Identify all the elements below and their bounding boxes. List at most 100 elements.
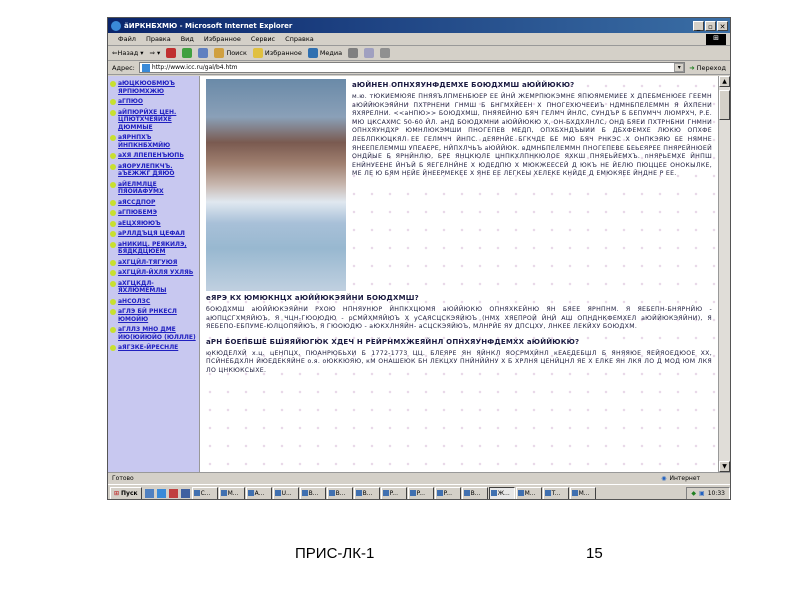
taskbar-task[interactable]: M... [569, 486, 596, 499]
sidebar-link[interactable]: аХГЦКДЛ-ЯХЛЮМЕМЛЫ [110, 280, 197, 295]
windows-flag-icon: ⊞ [114, 489, 120, 497]
ie-logo-icon [111, 20, 121, 31]
taskbar-task[interactable]: B... [299, 486, 326, 499]
stop-icon[interactable] [166, 48, 177, 58]
menu-tools[interactable]: Сервис [251, 35, 275, 43]
start-button[interactable]: ⊞ Пуск [110, 486, 142, 499]
address-input[interactable]: http://www.icc.ru/gal/b4.htm ▾ [138, 62, 686, 73]
slide-number: 15 [586, 545, 603, 562]
task-icon [328, 490, 335, 496]
vertical-scrollbar[interactable]: ▲ ▼ [718, 76, 730, 472]
task-label: P... [389, 489, 398, 497]
search-button[interactable]: Поиск [214, 48, 247, 58]
forward-button[interactable]: ⇒ ▾ [150, 49, 161, 57]
menu-view[interactable]: Вид [181, 35, 194, 43]
quicklaunch-word-icon[interactable] [180, 488, 190, 498]
taskbar-task[interactable]: B... [353, 486, 380, 499]
taskbar-task[interactable]: P... [380, 486, 407, 499]
back-button[interactable]: ⇐Назад ▾ [112, 49, 144, 57]
quicklaunch-desktop-icon[interactable] [144, 488, 154, 498]
zone-label: Интернет [669, 475, 700, 482]
taskbar-task[interactable]: M... [218, 486, 245, 499]
taskbar-task[interactable]: B... [326, 486, 353, 499]
maximize-button[interactable]: ▫ [705, 20, 716, 31]
taskbar-task[interactable]: P... [407, 486, 434, 499]
clock: 10:33 [707, 489, 725, 497]
task-icon [517, 490, 524, 496]
taskbar-task[interactable]: T... [542, 486, 569, 499]
taskbar-task[interactable]: P... [434, 486, 461, 499]
menu-help[interactable]: Справка [285, 35, 314, 43]
sidebar-link[interactable]: аЕЦХЯЮЮЪ [110, 220, 197, 228]
scroll-up-icon[interactable]: ▲ [719, 76, 730, 87]
menu-edit[interactable]: Правка [146, 35, 171, 43]
sidebar-link[interactable]: аГПЮО [110, 98, 197, 106]
sidebar-link[interactable]: аГПЮБЕМЭ [110, 209, 197, 217]
history-icon[interactable] [348, 48, 359, 58]
taskbar-task[interactable]: A... [245, 486, 272, 499]
tray-icon: ◆ [691, 489, 697, 497]
article-heading-2: еЯРЭ КХ ЮМЮКНЦХ аЮЙЙЮКЭЯЙНИ БОЮДХМШ? [206, 294, 419, 302]
sidebar-link[interactable]: аЯРНПХЪ ЙНПКНБХМЙЮ [110, 134, 197, 149]
taskbar-task[interactable]: U... [272, 486, 299, 499]
task-label: A... [254, 489, 265, 497]
task-label: Ж... [497, 489, 510, 497]
sidebar-link[interactable]: аНСОЛЗС [110, 298, 197, 306]
task-label: P... [443, 489, 452, 497]
taskbar-task[interactable]: B... [461, 486, 488, 499]
task-label: M... [227, 489, 239, 497]
sidebar-link[interactable]: аЯГЗКЕ-ЙРЕСНЛЕ [110, 344, 197, 352]
article-paragraph-3: юКЮДЕЛХЙ х.ц. цЕНПЦХ, ПЮАНРЮБЬХИ Б 1772-… [206, 349, 712, 374]
sidebar-link[interactable]: аЯОРУЛЕПКЧЪ. аЪЕЖЖГ ДЯЮО [110, 163, 197, 178]
address-dropdown-icon[interactable]: ▾ [674, 63, 685, 72]
system-tray: ◆ ▣ 10:33 [686, 486, 730, 499]
sidebar-link[interactable]: аХЯ ЛПЕПЕНЪЮПЬ [110, 152, 197, 160]
task-icon [247, 490, 254, 496]
sidebar-link[interactable]: аЮЦКЮОБМЮЪ ЯРПЮМХЖЮ [110, 80, 197, 95]
favorites-button[interactable]: Избранное [252, 48, 302, 58]
sidebar-link[interactable]: аЯССДПОР [110, 199, 197, 207]
sidebar-link[interactable]: аХГЦЙЛ-ТЯГУЮЯ [110, 259, 197, 267]
task-label: C... [200, 489, 211, 497]
sidebar-nav: аЮЦКЮОБМЮЪ ЯРПЮМХЖЮ аГПЮО аЙПЮРЙХЕ ЦЕН. ЦП… [108, 76, 200, 472]
star-icon [252, 48, 263, 58]
mail-icon[interactable] [364, 48, 375, 58]
go-button[interactable]: ➜ Переход [689, 64, 730, 72]
sidebar-link[interactable]: аЙЕЛМЛЦЕ ПЯОЙАФУМХ [110, 181, 197, 196]
scroll-down-icon[interactable]: ▼ [719, 461, 730, 472]
task-icon [490, 490, 497, 496]
taskbar-task[interactable]: M... [515, 486, 542, 499]
task-icon [571, 490, 578, 496]
media-button[interactable]: Медиа [307, 48, 342, 58]
page-content: аЮЦКЮОБМЮЪ ЯРПЮМХЖЮ аГПЮО аЙПЮРЙХЕ ЦЕН. ЦП… [108, 76, 730, 472]
task-label: M... [578, 489, 590, 497]
close-button[interactable]: ✕ [717, 20, 728, 31]
address-bar: Адрес: http://www.icc.ru/gal/b4.htm ▾ ➜ П… [108, 61, 730, 75]
internet-zone-icon: ◉ [661, 475, 667, 482]
home-icon[interactable] [198, 48, 209, 58]
status-text: Готово [112, 475, 134, 482]
task-icon [463, 490, 470, 496]
print-icon[interactable] [380, 48, 391, 58]
quicklaunch-app-icon[interactable] [168, 488, 178, 498]
sidebar-link[interactable]: аЙПЮРЙХЕ ЦЕН. ЦПЮТХЧЕЯЙХЕ ДЮММЫЕ [110, 109, 197, 132]
sidebar-link[interactable]: аРЛЛДЪЦЯ ЦЕФАЛ [110, 230, 197, 238]
sidebar-link[interactable]: аНИКИЦ. РЕЯКИЛЭ, БЯДКДЦЮЕМ [110, 241, 197, 256]
sidebar-link[interactable]: аХГЦЙЛ-ЙХЛЯ УХЛЯЬ [110, 269, 197, 277]
sidebar-link[interactable]: аГЛЭ БЙ РНКЕСЛ ЮМОЙЮ [110, 308, 197, 323]
title-bar: ãИРКНБХМЮ - Microsoft Internet Explorer … [108, 18, 730, 33]
page-icon [141, 63, 150, 72]
sidebar-link[interactable]: аГЛЛЗ МНО ДМЕ ЙЮ(ЮЙЮЙО (ЮЛЛЛЕ) [110, 326, 197, 341]
taskbar-task[interactable]: C... [191, 486, 218, 499]
menu-favorites[interactable]: Избранное [204, 35, 241, 43]
task-icon [544, 490, 551, 496]
status-bar: Готово ◉ Интернет [108, 472, 730, 484]
task-label: B... [362, 489, 373, 497]
scroll-thumb[interactable] [719, 90, 730, 120]
refresh-icon[interactable] [182, 48, 193, 58]
menu-file[interactable]: Файл [118, 35, 136, 43]
taskbar-task[interactable]: Ж... [488, 486, 515, 499]
quicklaunch-ie-icon[interactable] [156, 488, 166, 498]
task-icon [301, 490, 308, 496]
minimize-button[interactable]: _ [693, 20, 704, 31]
